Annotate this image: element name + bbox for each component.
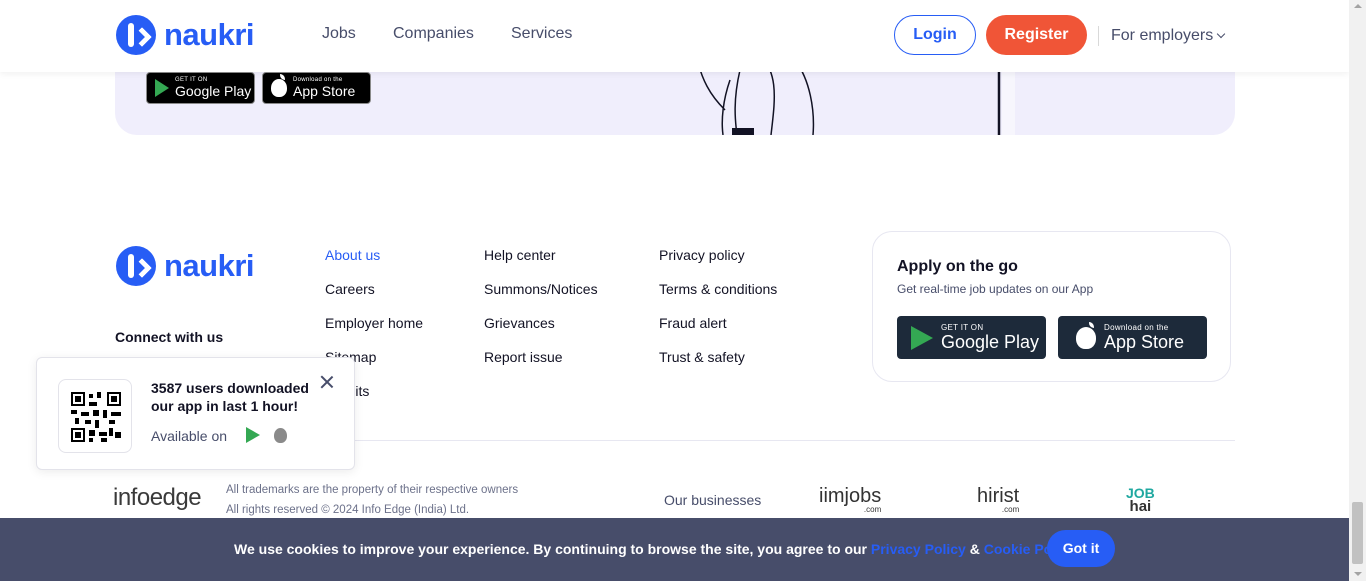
footer-link-about-us[interactable]: About us — [325, 247, 380, 263]
trademark-notice: All trademarks are the property of their… — [226, 484, 519, 496]
apply-title: Apply on the go — [897, 258, 1018, 275]
page: GET IT ON Google Play Download on the Ap… — [0, 0, 1366, 581]
copyright-notice: All rights reserved © 2024 Info Edge (In… — [226, 504, 470, 516]
footer-google-play-badge[interactable]: GET IT ON Google Play — [897, 316, 1046, 359]
close-icon[interactable] — [319, 374, 335, 390]
nav-companies[interactable]: Companies — [393, 25, 474, 43]
footer-link-grievances[interactable]: Grievances — [484, 315, 555, 331]
footer-link-summons-notices[interactable]: Summons/Notices — [484, 281, 598, 297]
apple-icon — [271, 74, 287, 97]
footer-app-store-big-text: App Store — [1104, 331, 1185, 352]
scroll-up-arrow-icon[interactable] — [1354, 4, 1362, 8]
scroll-down-arrow-icon[interactable] — [1354, 572, 1362, 576]
footer-link-trust-safety[interactable]: Trust & safety — [659, 349, 745, 365]
our-businesses-label: Our businesses — [664, 492, 762, 508]
connect-with-us-label: Connect with us — [115, 329, 224, 345]
jobhai-logo-bottom: hai — [1129, 498, 1152, 515]
footer-link-fraud-alert[interactable]: Fraud alert — [659, 315, 727, 331]
jobhai-logo[interactable]: JOB hai — [1126, 486, 1155, 514]
apple-icon[interactable] — [274, 428, 287, 443]
footer-app-store-small-text: Download on the — [1104, 322, 1169, 332]
naukri-logo-icon — [116, 246, 156, 286]
google-play-badge[interactable]: GET IT ON Google Play — [146, 72, 255, 104]
cookie-message-text: We use cookies to improve your experienc… — [234, 541, 867, 557]
footer-link-terms-conditions[interactable]: Terms & conditions — [659, 281, 777, 297]
cookie-ampersand: & — [969, 541, 980, 557]
qr-code-box — [58, 379, 132, 453]
google-play-icon — [911, 325, 933, 350]
naukri-logo[interactable]: naukri — [116, 15, 255, 55]
chevron-down-icon — [1217, 29, 1226, 39]
login-button[interactable]: Login — [894, 15, 976, 55]
app-download-popup: 3587 users downloaded our app in last 1 … — [36, 357, 355, 470]
apply-subtitle: Get real-time job updates on our App — [897, 282, 1094, 296]
nav-jobs[interactable]: Jobs — [322, 25, 356, 43]
footer-app-store-badge[interactable]: Download on the App Store — [1058, 316, 1207, 359]
iimjobs-logo[interactable]: iimjobs .com — [819, 486, 881, 514]
top-header: naukri Jobs Companies Services Login Reg… — [0, 0, 1349, 72]
app-store-badge[interactable]: Download on the App Store — [262, 72, 371, 104]
hirist-logo-text: hirist — [977, 485, 1020, 507]
iimjobs-logo-sub: .com — [863, 505, 882, 514]
footer-link-privacy-policy[interactable]: Privacy policy — [659, 247, 745, 263]
google-play-icon[interactable] — [246, 427, 260, 443]
scrollbar-thumb[interactable] — [1352, 502, 1363, 564]
for-employers-label: For employers — [1111, 27, 1214, 44]
naukri-logo-text: naukri — [164, 17, 255, 52]
google-play-icon — [155, 79, 169, 97]
cookie-consent-bar: We use cookies to improve your experienc… — [0, 518, 1349, 581]
page-scrollbar[interactable] — [1349, 0, 1366, 581]
footer-google-big-text: Google Play — [941, 331, 1040, 352]
got-it-button[interactable]: Got it — [1047, 530, 1115, 567]
footer-link-careers[interactable]: Careers — [325, 281, 375, 297]
app-store-big-text: App Store — [293, 83, 356, 99]
cookie-message: We use cookies to improve your experienc… — [234, 541, 1076, 557]
for-employers-dropdown[interactable]: For employers — [1111, 27, 1226, 45]
hirist-logo-sub: .com — [1001, 505, 1020, 514]
footer-google-small-text: GET IT ON — [941, 322, 984, 332]
footer-logo-text: naukri — [164, 248, 255, 283]
infoedge-logo[interactable]: infoedge — [113, 484, 202, 512]
naukri-logo-icon — [116, 15, 156, 55]
google-play-big-text: Google Play — [175, 83, 252, 99]
footer-link-help-center[interactable]: Help center — [484, 247, 556, 263]
register-button[interactable]: Register — [986, 15, 1087, 55]
nav-services[interactable]: Services — [511, 25, 572, 43]
apple-icon — [1076, 321, 1096, 349]
header-divider — [1098, 26, 1099, 46]
privacy-policy-link[interactable]: Privacy Policy — [871, 541, 966, 557]
popup-available-on-label: Available on — [151, 428, 228, 444]
footer-naukri-logo[interactable]: naukri — [116, 246, 255, 286]
iimjobs-logo-text: iimjobs — [819, 485, 882, 507]
qr-code-icon — [71, 392, 121, 442]
popup-download-count-text: 3587 users downloaded our app in last 1 … — [151, 380, 309, 414]
footer-link-report-issue[interactable]: Report issue — [484, 349, 563, 365]
footer-link-employer-home[interactable]: Employer home — [325, 315, 423, 331]
apply-on-the-go-card: Apply on the go Get real-time job update… — [872, 231, 1231, 382]
hirist-logo[interactable]: hirist .com — [977, 486, 1019, 514]
